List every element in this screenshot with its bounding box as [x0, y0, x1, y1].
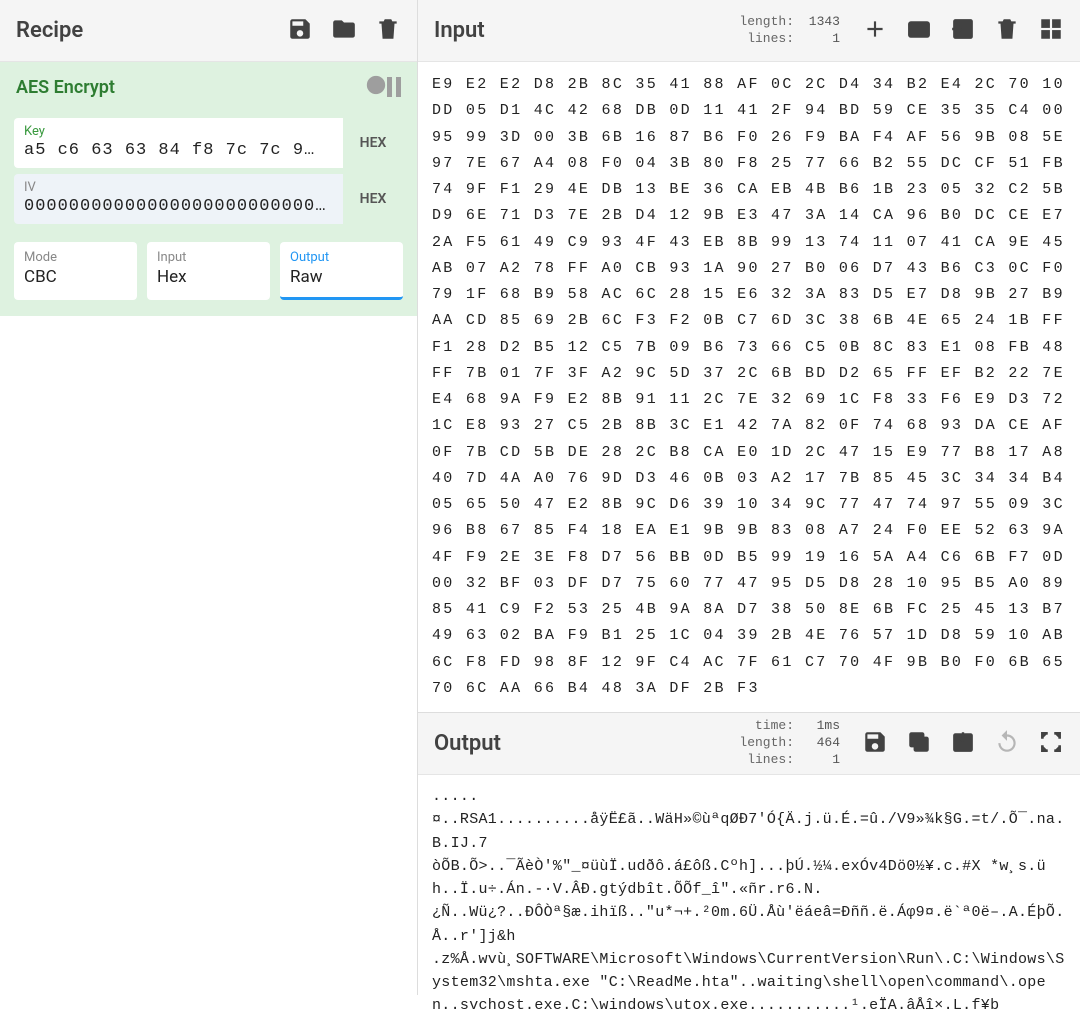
output-stats: time:1ms length:464 lines:1: [739, 718, 840, 769]
key-encoding[interactable]: HEX: [343, 118, 403, 168]
iv-value[interactable]: 00000000000000000000000000…: [24, 197, 333, 216]
operation-name: AES Encrypt: [16, 77, 115, 98]
output-textarea[interactable]: ..... ¤..RSA1..........åÿË£ã..WäH»©ùªqØÐ…: [418, 775, 1080, 1028]
new-tab-icon[interactable]: [906, 16, 932, 46]
clear-input-icon[interactable]: [994, 16, 1020, 46]
output-title: Output: [434, 731, 501, 756]
open-folder-icon[interactable]: [331, 16, 357, 46]
recipe-body: AES Encrypt Key a5 c6 63 63 84 f8 7c 7c …: [0, 62, 417, 316]
open-file-icon[interactable]: [950, 16, 976, 46]
input-title: Input: [434, 18, 485, 43]
iv-label: IV: [24, 180, 333, 195]
recipe-header: Recipe: [0, 0, 417, 62]
mode-select[interactable]: Mode CBC: [14, 242, 137, 300]
save-recipe-icon[interactable]: [287, 16, 313, 46]
output-format-select[interactable]: Output Raw: [280, 242, 403, 300]
input-format-select[interactable]: Input Hex: [147, 242, 270, 300]
add-input-icon[interactable]: [862, 16, 888, 46]
copy-output-icon[interactable]: [906, 729, 932, 759]
recipe-title: Recipe: [16, 18, 83, 43]
save-output-icon[interactable]: [862, 729, 888, 759]
iv-field[interactable]: IV 00000000000000000000000000… HEX: [14, 174, 403, 224]
undo-icon[interactable]: [994, 729, 1020, 759]
input-textarea[interactable]: E9 E2 E2 D8 2B 8C 35 41 88 AF 0C 2C D4 3…: [418, 62, 1080, 712]
output-header: Output time:1ms length:464 lines:1: [418, 713, 1080, 775]
disable-operation-icon[interactable]: [351, 74, 387, 100]
input-header: Input length:1343 lines:1: [418, 0, 1080, 62]
key-label: Key: [24, 124, 333, 139]
pause-operation-icon[interactable]: [387, 77, 401, 97]
iv-encoding[interactable]: HEX: [343, 174, 403, 224]
input-stats: length:1343 lines:1: [739, 14, 840, 48]
key-field[interactable]: Key a5 c6 63 63 84 f8 7c 7c 9… HEX: [14, 118, 403, 168]
move-to-input-icon[interactable]: [950, 729, 976, 759]
key-value[interactable]: a5 c6 63 63 84 f8 7c 7c 9…: [24, 141, 333, 160]
fullscreen-icon[interactable]: [1038, 729, 1064, 759]
aes-encrypt-operation: AES Encrypt Key a5 c6 63 63 84 f8 7c 7c …: [0, 62, 417, 316]
clear-recipe-icon[interactable]: [375, 16, 401, 46]
tile-view-icon[interactable]: [1038, 16, 1064, 46]
